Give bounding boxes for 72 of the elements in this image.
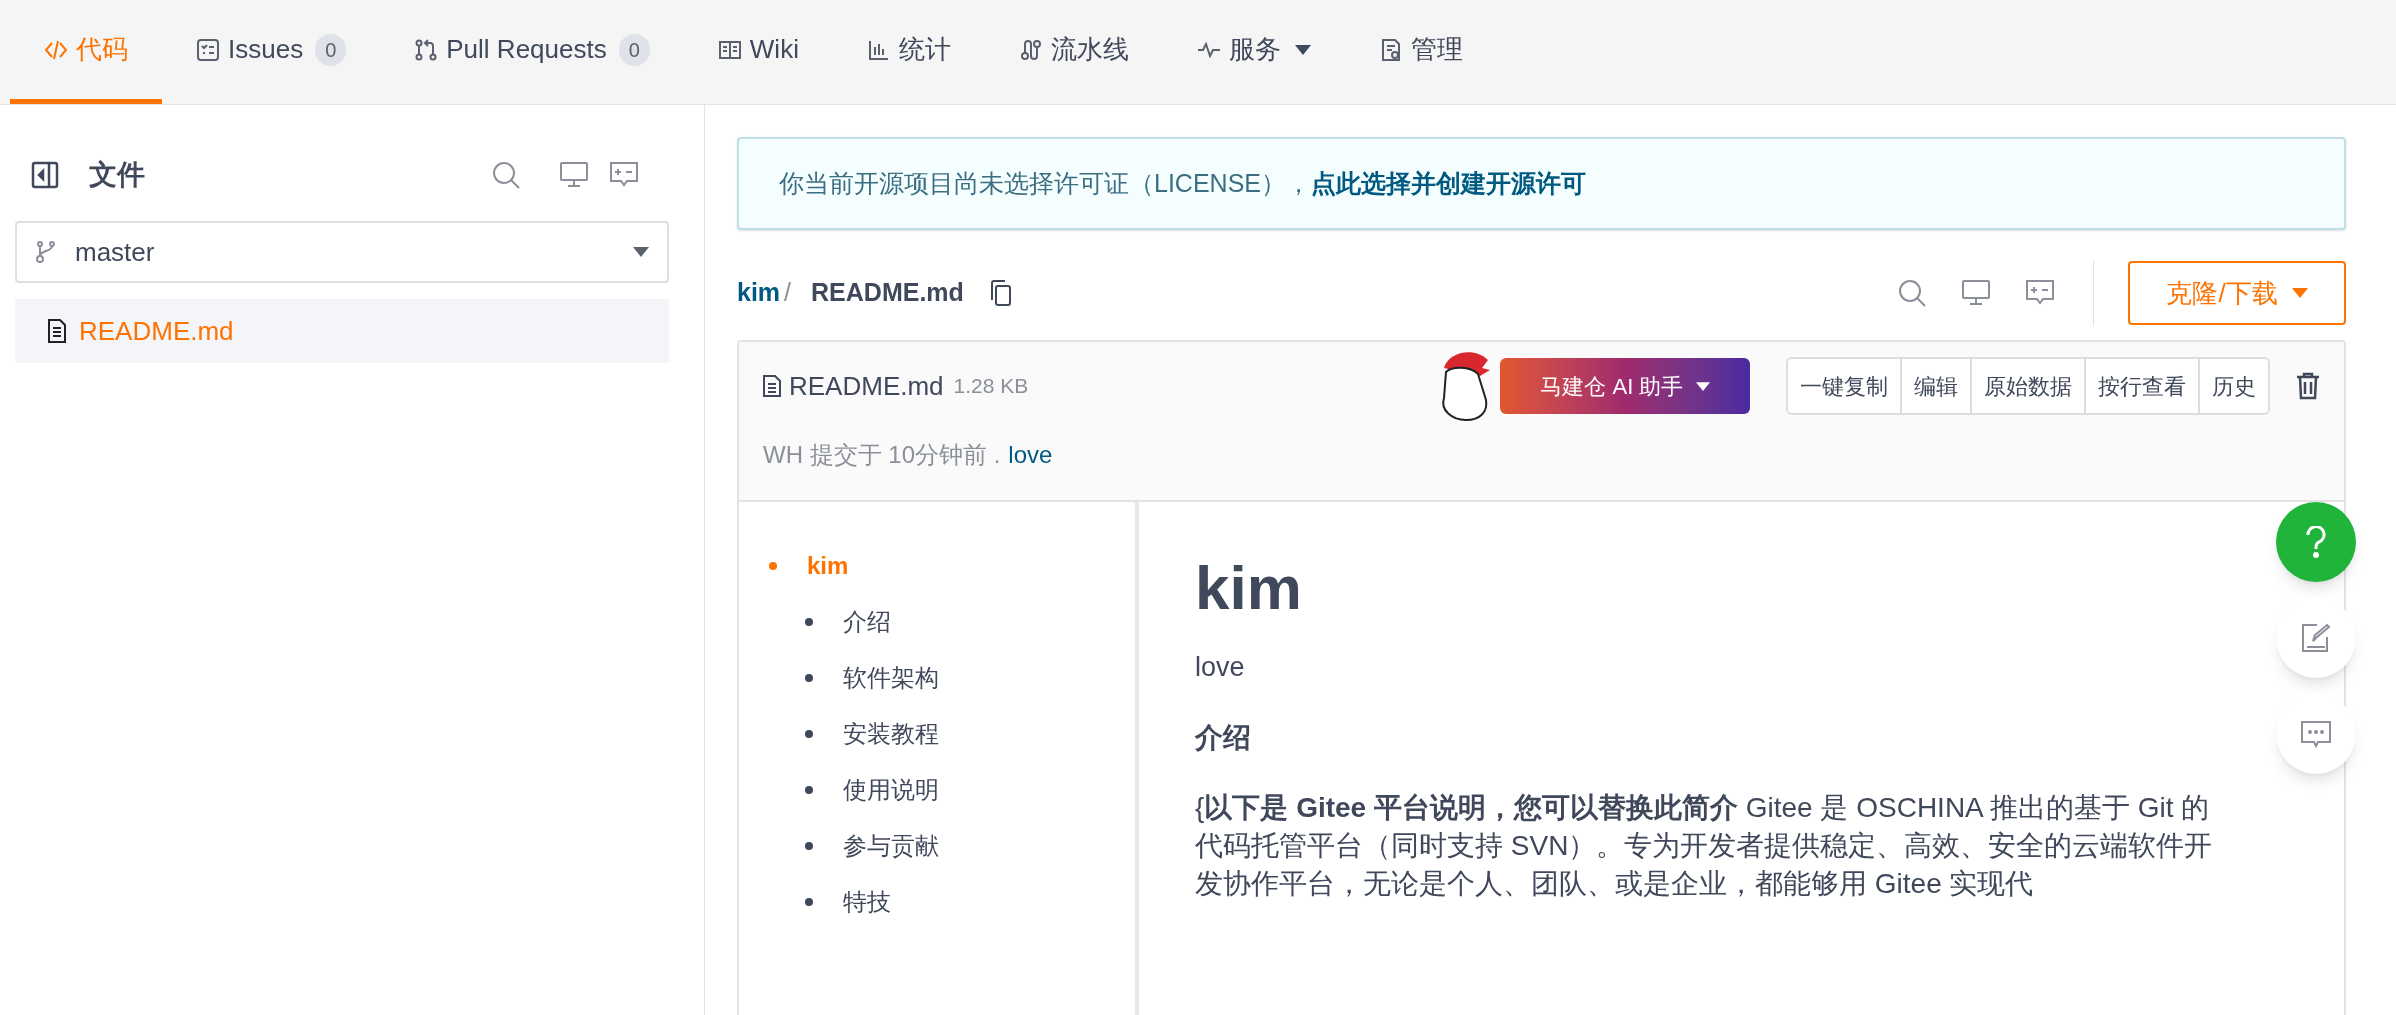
readme-title: kim: [1195, 552, 1303, 624]
tab[interactable]: 流水线: [984, 0, 1163, 104]
toc-link[interactable]: 参与贡献: [843, 828, 939, 864]
bullet-icon: [769, 562, 777, 570]
document-icon: [47, 318, 67, 344]
license-link[interactable]: 点此选择并创建开源许可: [1311, 164, 1586, 203]
file-name: README.md: [789, 369, 944, 403]
count-badge: 0: [315, 33, 347, 66]
diff-comment-icon[interactable]: [609, 161, 639, 189]
bullet-icon: [805, 786, 813, 794]
breadcrumb-file: README.md: [811, 277, 964, 309]
bullet-icon: [805, 898, 813, 906]
tab[interactable]: Issues 0: [162, 0, 381, 104]
tab-label: 管理: [1410, 33, 1463, 66]
license-notice: 你当前开源项目尚未选择许可证（LICENSE），: [779, 167, 1311, 199]
toc-link[interactable]: 介绍: [843, 604, 891, 640]
monitor-icon[interactable]: [1961, 279, 1991, 307]
file-action-button[interactable]: 历史: [2198, 359, 2268, 413]
tab[interactable]: 服务: [1162, 0, 1345, 104]
trash-icon[interactable]: [2296, 372, 2320, 400]
bullet-icon: [805, 618, 813, 626]
help-icon: [2305, 526, 2327, 558]
tab-label: 统计: [898, 33, 951, 66]
bullet-icon: [805, 842, 813, 850]
file-action-button[interactable]: 编辑: [1900, 359, 1970, 413]
branch-select[interactable]: master: [15, 221, 669, 283]
tab[interactable]: Pull Requests 0: [380, 0, 684, 104]
toc-link[interactable]: 安装教程: [843, 716, 939, 752]
tab[interactable]: 管理: [1344, 0, 1497, 104]
breadcrumb-link[interactable]: kim: [737, 274, 781, 312]
tab-label: Issues: [228, 33, 304, 66]
tab-label: 流水线: [1050, 33, 1129, 66]
caret-icon: [2291, 288, 2308, 298]
caret-icon: [633, 247, 649, 257]
section-heading: 介绍: [1195, 721, 1252, 756]
file-action-button[interactable]: 一键复制: [1788, 359, 1900, 413]
pull-request-icon: [414, 37, 439, 62]
bullet-icon: [805, 674, 813, 682]
breadcrumb-separator: /: [784, 277, 792, 309]
chat-icon: [2300, 720, 2332, 748]
tab-label: 服务: [1228, 33, 1281, 66]
copy-icon[interactable]: [989, 279, 1012, 307]
file-action-button[interactable]: 原始数据: [1970, 359, 2084, 413]
tab-label: 代码: [76, 33, 128, 66]
pipeline-icon: [1018, 37, 1043, 62]
readme-paragraph: {以下是 Gitee 平台说明，您可以替换此简介 Gitee 是 OSCHINA 推出的基于 Git 的代码托管平台（同时支持 SVN）。专为开发者提供稳定、高效、安全的云端软件开发协作平台，无论是个人、团队、或是企业，都能够用 Gitee 实现代: [1195, 791, 2214, 901]
checklist-icon: [196, 37, 220, 62]
tab-label: Wiki: [749, 33, 799, 66]
readme-text: love: [1195, 650, 1246, 684]
tab-label: Pull Requests: [446, 33, 607, 66]
bullet-icon: [805, 730, 813, 738]
monitor-icon[interactable]: [559, 161, 589, 189]
caret-icon: [1695, 381, 1710, 391]
search-icon[interactable]: [491, 160, 521, 190]
file-size: 1.28 KB: [953, 373, 1029, 400]
toc-link[interactable]: 特技: [843, 884, 891, 920]
branch-icon: [35, 240, 57, 264]
sidebar-title: 文件: [89, 158, 145, 192]
file-action-button[interactable]: 按行查看: [2084, 359, 2198, 413]
toc-link[interactable]: 使用说明: [843, 772, 939, 808]
count-badge: 0: [618, 33, 650, 66]
sidebar-toggle-icon[interactable]: [31, 161, 59, 189]
tab[interactable]: Wiki: [683, 0, 833, 104]
document-icon: [763, 375, 781, 397]
search-icon[interactable]: [1897, 278, 1927, 308]
diff-comment-icon[interactable]: [2025, 279, 2055, 307]
edit-note-icon: [2301, 623, 2331, 653]
tab[interactable]: 统计: [832, 0, 985, 104]
ai-assistant-button[interactable]: 马建仓 AI 助手: [1500, 358, 1750, 414]
toc-link[interactable]: 软件架构: [843, 660, 939, 696]
commit-info: WH 提交于 10分钟前 .: [763, 440, 1001, 470]
commit-link[interactable]: love: [1008, 437, 1053, 473]
